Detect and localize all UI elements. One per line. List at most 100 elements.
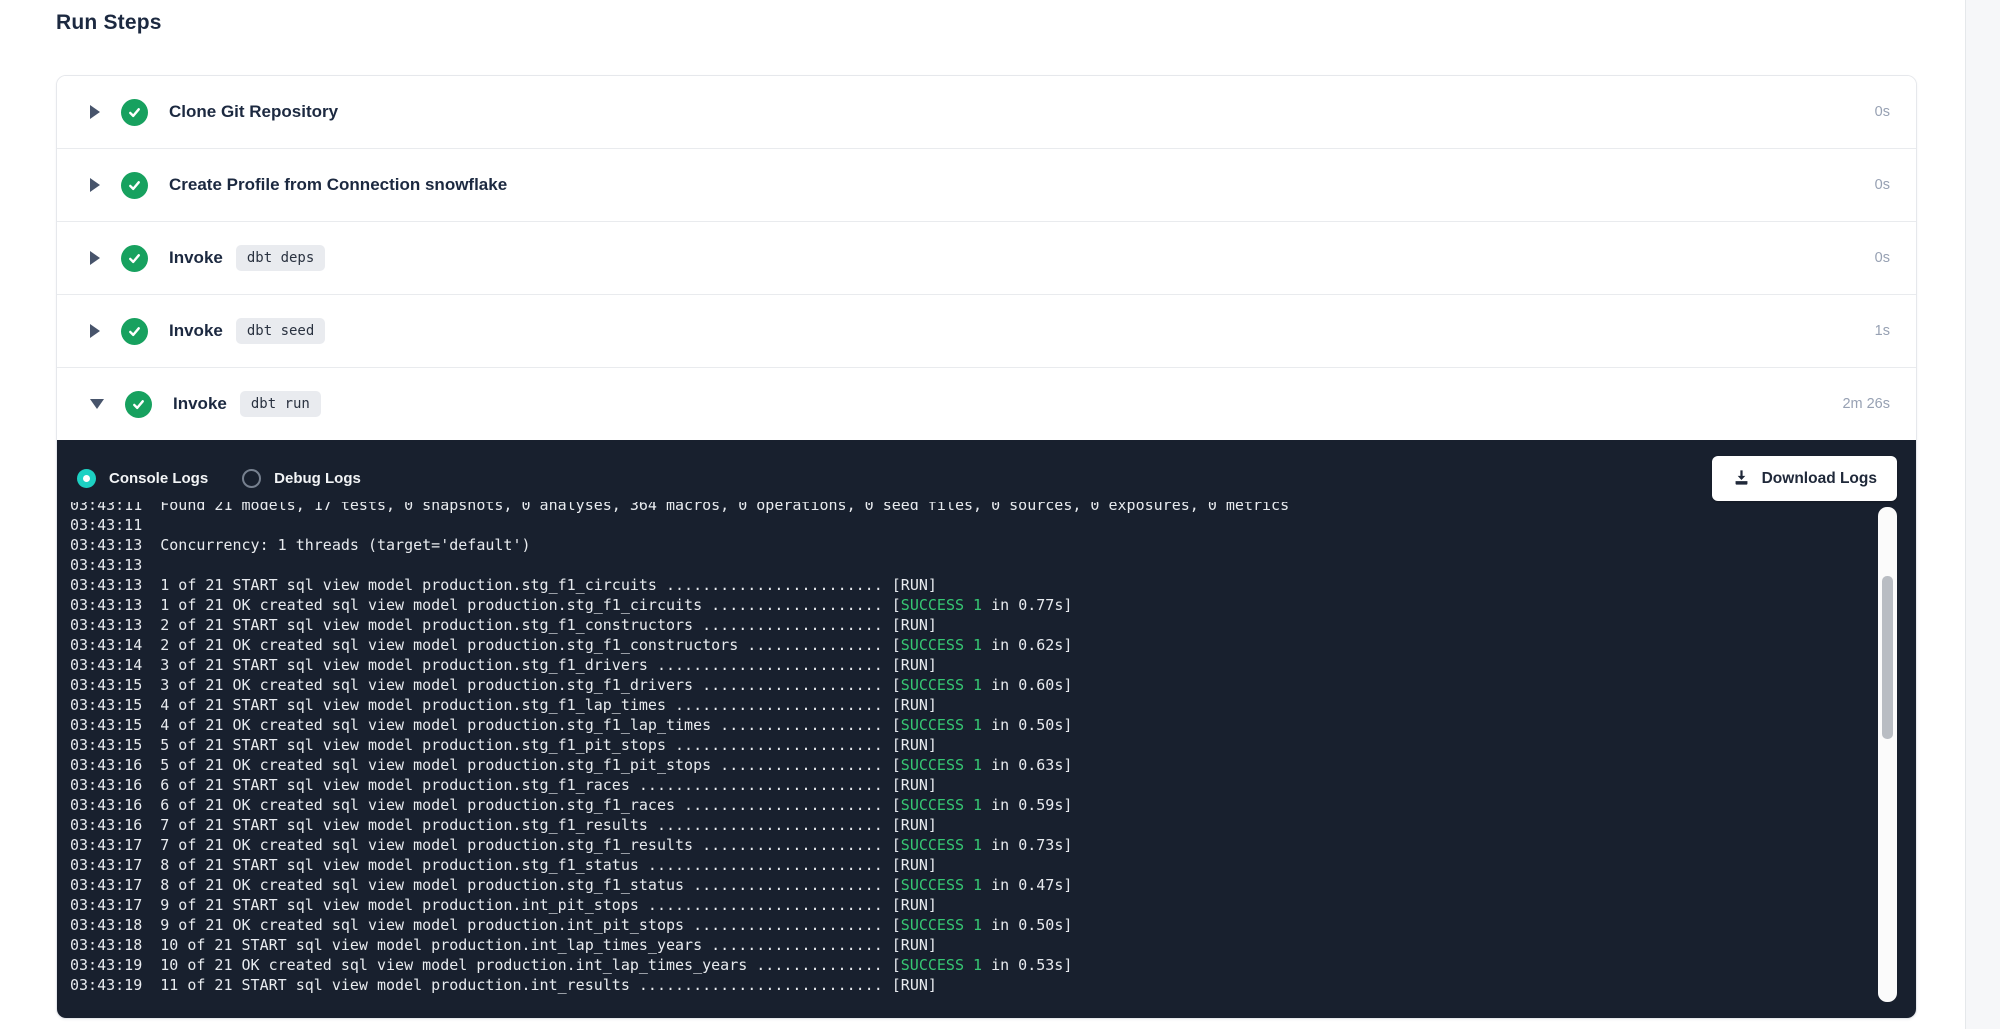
log-message: 1 of 21 OK created sql view model produc… (160, 596, 702, 614)
chevron-right-icon[interactable] (90, 324, 100, 338)
log-status: [RUN] (892, 816, 937, 834)
log-status-success: SUCCESS 1 (901, 876, 982, 894)
check-circle-icon (121, 99, 148, 126)
log-message: 3 of 21 OK created sql view model produc… (160, 676, 693, 694)
radio-unselected-icon[interactable] (242, 469, 261, 488)
steps-list: Clone Git Repository0sCreate Profile fro… (57, 76, 1916, 440)
log-line: 03:43:1810 of 21 START sql view model pr… (70, 935, 1872, 955)
log-timestamp: 03:43:11 (70, 516, 160, 534)
log-line: 03:43:13 (70, 555, 1872, 575)
chevron-right-icon[interactable] (90, 178, 100, 192)
step-title: Invoke (173, 394, 227, 414)
log-dots: ......................... (648, 816, 892, 834)
step-duration: 0s (1875, 177, 1890, 193)
log-timestamp: 03:43:17 (70, 836, 160, 854)
chevron-right-icon[interactable] (90, 105, 100, 119)
log-line: 03:43:131 of 21 START sql view model pro… (70, 575, 1872, 595)
log-line: 03:43:167 of 21 START sql view model pro… (70, 815, 1872, 835)
download-logs-button[interactable]: Download Logs (1712, 456, 1897, 501)
download-logs-label: Download Logs (1762, 470, 1877, 488)
page-title: Run Steps (56, 11, 162, 35)
log-status-success: SUCCESS 1 (901, 796, 982, 814)
log-status: [RUN] (892, 936, 937, 954)
log-dots: ....................... (666, 696, 892, 714)
log-timestamp: 03:43:14 (70, 656, 160, 674)
chevron-down-icon[interactable] (90, 399, 104, 409)
log-scrollbar-thumb[interactable] (1882, 576, 1893, 739)
log-status-detail: in 0.77s] (982, 596, 1072, 614)
log-message: 11 of 21 START sql view model production… (160, 976, 630, 994)
log-message: 9 of 21 OK created sql view model produc… (160, 916, 684, 934)
chevron-right-icon[interactable] (90, 251, 100, 265)
step-title: Invoke (169, 248, 223, 268)
log-dots: ................... (702, 596, 892, 614)
log-dots: ..................... (684, 916, 892, 934)
step-row-invoke-dbt-run[interactable]: Invokedbt run2m 26s (57, 367, 1916, 440)
log-status-detail: in 0.63s] (982, 756, 1072, 774)
download-icon (1732, 468, 1751, 490)
log-message: 2 of 21 OK created sql view model produc… (160, 636, 738, 654)
log-status-success: SUCCESS 1 (901, 716, 982, 734)
log-dots: .................. (711, 756, 892, 774)
log-message: 10 of 21 OK created sql view model produ… (160, 956, 747, 974)
log-timestamp: 03:43:15 (70, 716, 160, 734)
log-line: 03:43:178 of 21 OK created sql view mode… (70, 875, 1872, 895)
log-dots: ..................... (684, 876, 892, 894)
log-dots: .......................... (639, 896, 892, 914)
log-dots: .................... (693, 836, 892, 854)
log-message: 6 of 21 OK created sql view model produc… (160, 796, 675, 814)
log-status: [ (892, 796, 901, 814)
log-timestamp: 03:43:16 (70, 756, 160, 774)
step-duration: 0s (1875, 250, 1890, 266)
log-line: 03:43:154 of 21 OK created sql view mode… (70, 715, 1872, 735)
log-timestamp: 03:43:18 (70, 936, 160, 954)
log-line: 03:43:153 of 21 OK created sql view mode… (70, 675, 1872, 695)
log-status: [RUN] (892, 896, 937, 914)
log-status: [RUN] (892, 776, 937, 794)
log-timestamp: 03:43:16 (70, 796, 160, 814)
log-status: [ (892, 596, 901, 614)
page-right-gutter (1965, 0, 2000, 1029)
step-duration: 0s (1875, 104, 1890, 120)
console-log-output[interactable]: 03:43:11Found 21 models, 17 tests, 0 sna… (70, 502, 1872, 1014)
log-status-detail: in 0.73s] (982, 836, 1072, 854)
log-status-detail: in 0.60s] (982, 676, 1072, 694)
log-message: 5 of 21 OK created sql view model produc… (160, 756, 711, 774)
log-line: 03:43:1911 of 21 START sql view model pr… (70, 975, 1872, 995)
step-row-clone-git-repository[interactable]: Clone Git Repository 0s (57, 76, 1916, 148)
step-row-create-profile-from-connection-snowflake[interactable]: Create Profile from Connection snowflake… (57, 148, 1916, 221)
step-row-invoke-dbt-seed[interactable]: Invokedbt seed1s (57, 294, 1916, 367)
log-message: 7 of 21 START sql view model production.… (160, 816, 648, 834)
log-timestamp: 03:43:13 (70, 536, 160, 554)
log-status: [RUN] (892, 696, 937, 714)
radio-debug-logs[interactable]: Debug Logs (242, 469, 361, 488)
log-status: [RUN] (892, 856, 937, 874)
log-status: [ (892, 836, 901, 854)
radio-console-logs[interactable]: Console Logs (77, 469, 208, 488)
log-line: 03:43:166 of 21 START sql view model pro… (70, 775, 1872, 795)
log-status: [RUN] (892, 616, 937, 634)
log-lines: 03:43:11Found 21 models, 17 tests, 0 sna… (70, 502, 1872, 995)
log-line: 03:43:132 of 21 START sql view model pro… (70, 615, 1872, 635)
log-dots: ........................... (630, 776, 892, 794)
command-badge: dbt seed (236, 318, 325, 344)
run-steps-card: Clone Git Repository0sCreate Profile fro… (56, 75, 1917, 1019)
log-line: 03:43:1910 of 21 OK created sql view mod… (70, 955, 1872, 975)
log-status-detail: in 0.50s] (982, 916, 1072, 934)
log-status-detail: in 0.59s] (982, 796, 1072, 814)
log-status: [ (892, 636, 901, 654)
log-message: 1 of 21 START sql view model production.… (160, 576, 657, 594)
check-circle-icon (121, 318, 148, 345)
radio-label-console-logs: Console Logs (109, 470, 208, 487)
check-circle-icon (121, 245, 148, 272)
log-dots: ......................... (648, 656, 892, 674)
step-title: Clone Git Repository (169, 102, 338, 122)
log-scrollbar-track[interactable] (1878, 507, 1897, 1002)
log-status-detail: in 0.47s] (982, 876, 1072, 894)
step-row-invoke-dbt-deps[interactable]: Invokedbt deps0s (57, 221, 1916, 294)
log-message: Found 21 models, 17 tests, 0 snapshots, … (160, 502, 1289, 514)
log-message: 4 of 21 OK created sql view model produc… (160, 716, 711, 734)
radio-selected-icon[interactable] (77, 469, 96, 488)
step-duration: 1s (1875, 323, 1890, 339)
log-status: [ (892, 716, 901, 734)
